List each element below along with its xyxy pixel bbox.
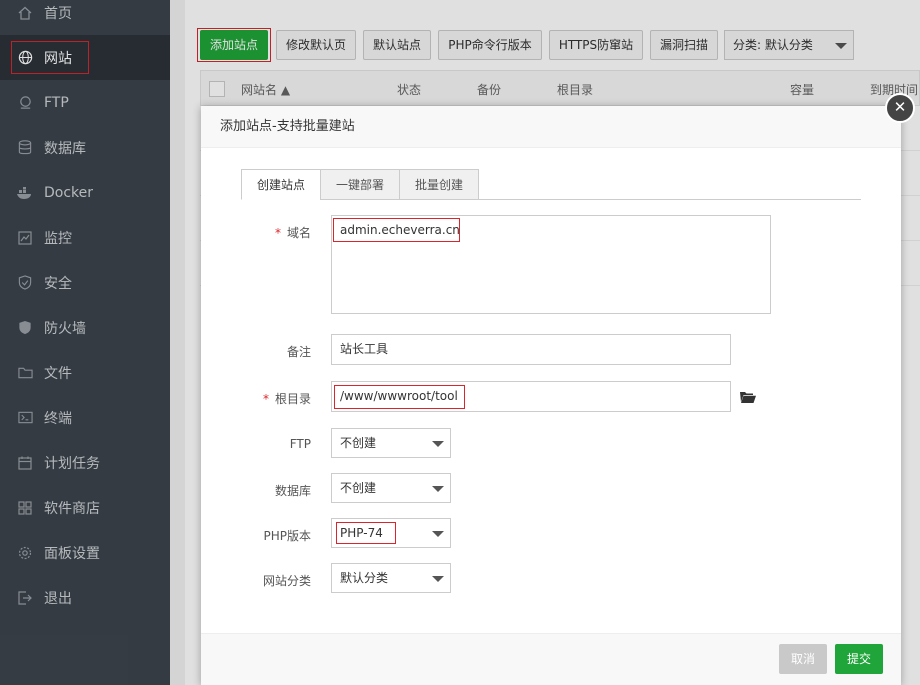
remark-input[interactable]: 站长工具: [331, 334, 731, 365]
required-mark: *: [262, 392, 269, 406]
site-category-label: 网站分类: [262, 574, 311, 588]
php-version-highlight-box: [336, 522, 396, 544]
chevron-down-icon: [432, 486, 444, 492]
ftp-select[interactable]: 不创建: [331, 428, 451, 458]
database-select-value: 不创建: [340, 481, 377, 495]
tab-create-site[interactable]: 创建站点: [241, 169, 321, 200]
ftp-label: FTP: [289, 437, 311, 451]
domain-highlight-box: [333, 218, 460, 242]
domain-label: * 域名: [274, 226, 311, 240]
remark-value: 站长工具: [340, 342, 389, 356]
root-dir-highlight-box: [334, 385, 465, 409]
close-dialog-button[interactable]: ✕: [885, 93, 915, 123]
tab-batch-create[interactable]: 批量创建: [399, 169, 479, 200]
root-dir-label: * 根目录: [262, 392, 311, 406]
remark-label: 备注: [286, 345, 311, 359]
tab-one-click-deploy[interactable]: 一键部署: [320, 169, 400, 200]
php-version-label: PHP版本: [263, 529, 312, 543]
chevron-down-icon: [432, 531, 444, 537]
cancel-button[interactable]: 取消: [779, 644, 827, 674]
database-select[interactable]: 不创建: [331, 473, 451, 503]
site-category-value: 默认分类: [340, 571, 389, 585]
site-category-select[interactable]: 默认分类: [331, 563, 451, 593]
ftp-select-value: 不创建: [340, 436, 377, 450]
chevron-down-icon: [432, 576, 444, 582]
close-icon: ✕: [893, 98, 907, 116]
database-label: 数据库: [274, 484, 311, 498]
folder-open-icon[interactable]: [740, 391, 756, 403]
submit-button[interactable]: 提交: [835, 644, 883, 674]
dialog-title: 添加站点-支持批量建站: [201, 106, 901, 148]
required-mark: *: [274, 226, 281, 240]
chevron-down-icon: [432, 441, 444, 447]
